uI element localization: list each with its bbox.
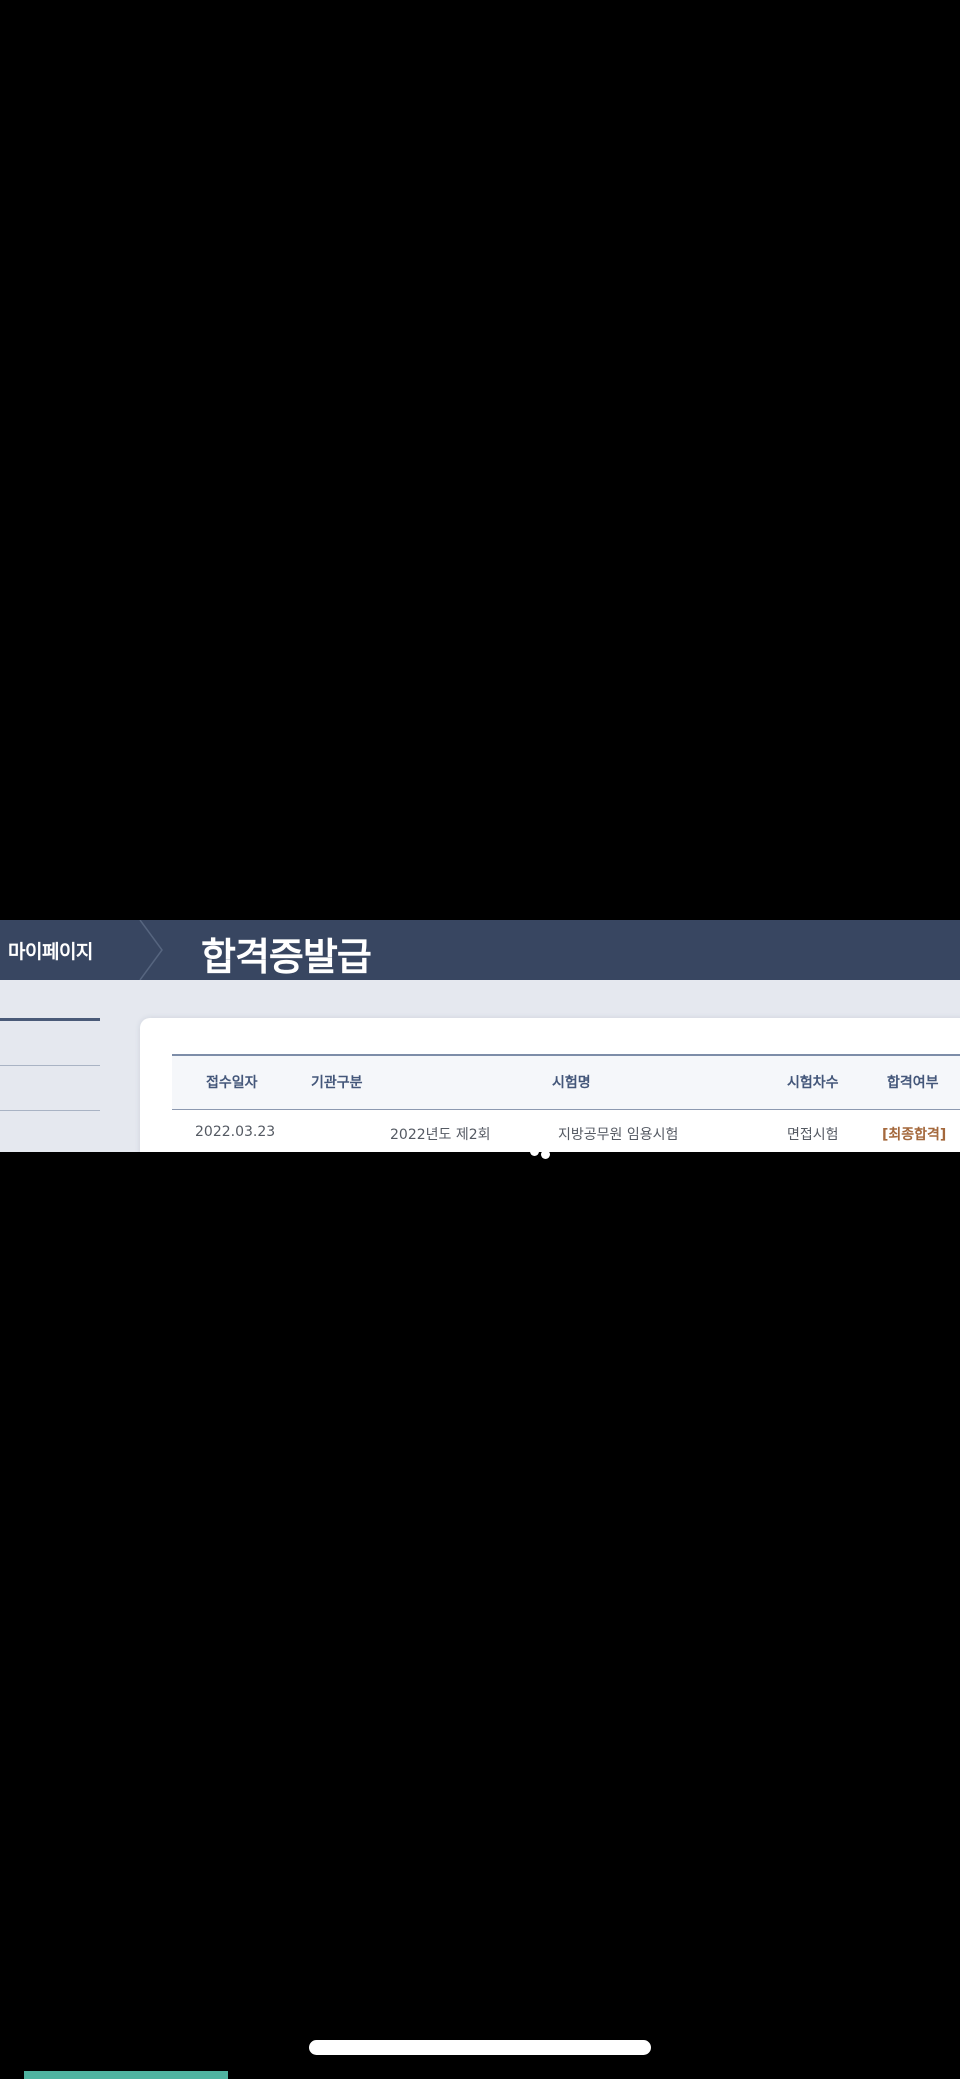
side-nav <box>0 980 100 1152</box>
result-card: 접수일자 기관구분 시험명 시험차수 합격여부 2022.03.23 2022년… <box>140 1018 960 1152</box>
web-content: 마이페이지 합격증발급 접수일자 기관구분 시험명 시험차수 합격여부 2022… <box>0 920 960 1152</box>
column-header-exam: 시험명 <box>552 1075 591 1091</box>
cell-date: 2022.03.23 <box>195 1124 276 1140</box>
column-header-agency: 기관구분 <box>311 1075 363 1091</box>
table-header: 접수일자 기관구분 시험명 시험차수 합격여부 <box>172 1054 960 1110</box>
side-nav-divider <box>0 1110 100 1111</box>
cell-exam: 지방공무원 임용시험 <box>558 1127 679 1143</box>
cell-round: 면접시험 <box>787 1127 839 1143</box>
bottom-progress-bar <box>24 2071 228 2079</box>
screen: 마이페이지 합격증발급 접수일자 기관구분 시험명 시험차수 합격여부 2022… <box>0 0 960 2079</box>
chevron-divider-icon <box>139 920 163 980</box>
column-header-round: 시험차수 <box>787 1075 839 1091</box>
column-header-result: 합격여부 <box>887 1075 939 1091</box>
table-row[interactable]: 2022.03.23 2022년도 제2회 지방공무원 임용시험 면접시험 [최… <box>172 1110 960 1152</box>
body-area: 접수일자 기관구분 시험명 시험차수 합격여부 2022.03.23 2022년… <box>0 980 960 1152</box>
loading-indicator-icon <box>528 1146 554 1160</box>
page-header: 마이페이지 합격증발급 <box>0 920 960 980</box>
home-indicator[interactable] <box>309 2040 651 2055</box>
cell-result-link[interactable]: [최종합격] <box>882 1124 946 1144</box>
side-nav-item[interactable] <box>0 1021 100 1065</box>
side-nav-item[interactable] <box>0 1066 100 1110</box>
column-header-date: 접수일자 <box>206 1075 258 1091</box>
page-title: 합격증발급 <box>201 935 372 979</box>
cell-agency: 2022년도 제2회 <box>390 1127 491 1143</box>
breadcrumb-mypage[interactable]: 마이페이지 <box>8 937 93 964</box>
